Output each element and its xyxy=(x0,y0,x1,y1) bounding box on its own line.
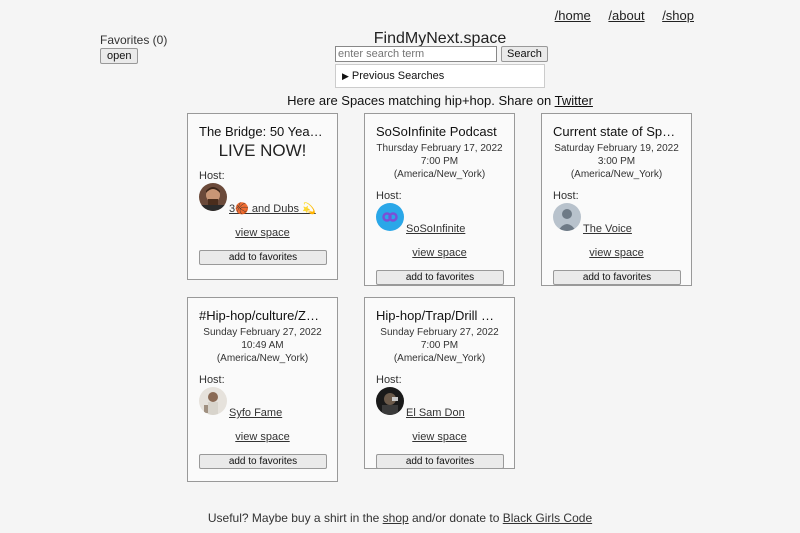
host-name-link[interactable]: Syfo Fame xyxy=(229,407,282,419)
add-to-favorites-button[interactable]: add to favorites xyxy=(199,454,327,469)
twitter-share-link[interactable]: Twitter xyxy=(555,93,593,108)
view-space-link[interactable]: view space xyxy=(376,431,503,443)
host-label: Host: xyxy=(199,170,225,182)
time-text: 7:00 PM (America/New_York) xyxy=(393,340,486,364)
search-input[interactable] xyxy=(335,46,497,62)
donate-link[interactable]: Black Girls Code xyxy=(503,511,592,525)
space-date: Saturday February 19, 2022 3:00 PM (Ameri… xyxy=(553,142,680,181)
time-text: 7:00 PM (America/New_York) xyxy=(393,156,486,180)
host-name-link[interactable]: SoSoInfinite xyxy=(406,223,465,235)
time-text: 3:00 PM (America/New_York) xyxy=(570,156,663,180)
space-title[interactable]: SoSoInfinite Podcast xyxy=(376,124,503,139)
search-button[interactable]: Search xyxy=(501,46,548,62)
footer-text-middle: and/or donate to xyxy=(408,511,503,525)
space-date: Sunday February 27, 2022 7:00 PM (America… xyxy=(376,326,503,365)
space-card: Hip-hop/Trap/Drill Music Sunday February… xyxy=(364,297,515,469)
host-row: SoSoInfinite xyxy=(376,203,503,235)
host-avatar xyxy=(199,183,227,211)
previous-searches-label: Previous Searches xyxy=(351,70,445,82)
host-label: Host: xyxy=(376,374,402,386)
host-avatar xyxy=(199,387,227,415)
host-label: Host: xyxy=(199,374,225,386)
search-bar: Search xyxy=(335,46,548,62)
view-space-link[interactable]: view space xyxy=(199,227,326,239)
host-row: Syfo Fame xyxy=(199,387,326,419)
space-date: Sunday February 27, 2022 10:49 AM (America… xyxy=(199,326,326,365)
space-card: The Bridge: 50 Years of Hip-Hop LIVE NOW… xyxy=(187,113,338,280)
date-text: Sunday February 27, 2022 xyxy=(203,327,322,338)
space-title[interactable]: The Bridge: 50 Years of Hip-Hop xyxy=(199,124,326,139)
timezone-text: (America/New_York) xyxy=(216,353,309,364)
host-avatar xyxy=(376,203,404,231)
host-row: 3🏀 and Dubs 💫 xyxy=(199,183,326,215)
add-to-favorites-button[interactable]: add to favorites xyxy=(553,270,681,285)
host-label: Host: xyxy=(553,190,579,202)
host-label: Host: xyxy=(376,190,402,202)
nav-shop-link[interactable]: /shop xyxy=(662,8,694,23)
top-nav: /home /about /shop xyxy=(541,8,694,23)
host-row: The Voice xyxy=(553,203,680,235)
add-to-favorites-button[interactable]: add to favorites xyxy=(376,454,504,469)
host-name-link[interactable]: The Voice xyxy=(583,223,632,235)
space-card: #Hip-hop/culture/Zone Sunday February 27… xyxy=(187,297,338,482)
space-title[interactable]: Hip-hop/Trap/Drill Music xyxy=(376,308,503,323)
date-text: Saturday February 19, 2022 xyxy=(554,143,679,154)
space-title[interactable]: #Hip-hop/culture/Zone xyxy=(199,308,326,323)
host-name-link[interactable]: El Sam Don xyxy=(406,407,465,419)
disclosure-triangle-icon: ▶ xyxy=(342,71,349,81)
footer: Useful? Maybe buy a shirt in the shop an… xyxy=(0,511,800,525)
footer-shop-link[interactable]: shop xyxy=(383,511,409,525)
host-name-link[interactable]: 3🏀 and Dubs 💫 xyxy=(229,202,316,215)
space-date: Thursday February 17, 2022 7:00 PM (Ameri… xyxy=(376,142,503,181)
nav-home-link[interactable]: /home xyxy=(555,8,591,23)
headline-text: Here are Spaces matching hip+hop. Share … xyxy=(287,93,555,108)
view-space-link[interactable]: view space xyxy=(553,247,680,259)
previous-searches-toggle[interactable]: ▶ Previous Searches xyxy=(335,64,545,88)
host-avatar xyxy=(376,387,404,415)
view-space-link[interactable]: view space xyxy=(376,247,503,259)
date-text: Sunday February 27, 2022 xyxy=(380,327,499,338)
default-avatar-icon xyxy=(553,203,581,231)
view-space-link[interactable]: view space xyxy=(199,431,326,443)
space-card: Current state of Space Saturday February… xyxy=(541,113,692,286)
favorites-open-button[interactable]: open xyxy=(100,48,139,64)
host-row: El Sam Don xyxy=(376,387,503,419)
live-now-label: LIVE NOW! xyxy=(218,141,307,160)
nav-about-link[interactable]: /about xyxy=(608,8,644,23)
date-text: Thursday February 17, 2022 xyxy=(376,143,503,154)
add-to-favorites-button[interactable]: add to favorites xyxy=(199,250,327,265)
footer-text: Useful? Maybe buy a shirt in the xyxy=(207,511,383,525)
add-to-favorites-button[interactable]: add to favorites xyxy=(376,270,504,285)
results-headline: Here are Spaces matching hip+hop. Share … xyxy=(0,93,800,108)
time-text: 10:49 AM xyxy=(241,340,284,351)
space-card: SoSoInfinite Podcast Thursday February 1… xyxy=(364,113,515,286)
space-title[interactable]: Current state of Space xyxy=(553,124,680,139)
